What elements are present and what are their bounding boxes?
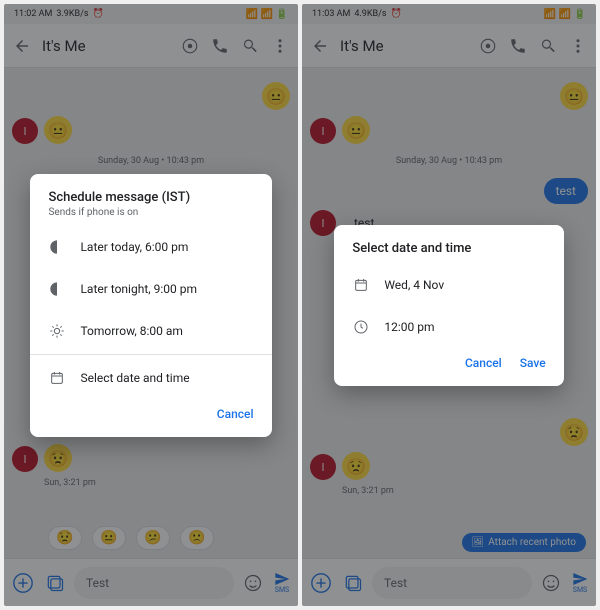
date-row[interactable]: Wed, 4 Nov — [334, 264, 563, 306]
modal-overlay[interactable]: Schedule message (IST) Sends if phone is… — [4, 4, 298, 606]
dialog-title: Select date and time — [334, 241, 563, 264]
cancel-button[interactable]: Cancel — [217, 407, 254, 421]
datetime-dialog: Select date and time Wed, 4 Nov 12:00 pm… — [334, 225, 563, 386]
modal-overlay[interactable]: Select date and time Wed, 4 Nov 12:00 pm… — [302, 4, 596, 606]
half-moon-icon — [48, 280, 66, 298]
time-row[interactable]: 12:00 pm — [334, 306, 563, 348]
dialog-subtitle: Sends if phone is on — [30, 205, 271, 226]
option-later-tonight[interactable]: Later tonight, 9:00 pm — [30, 268, 271, 310]
dialog-title: Schedule message (IST) — [30, 190, 271, 205]
calendar-icon — [352, 276, 370, 294]
sun-icon — [48, 322, 66, 340]
option-select-datetime[interactable]: Select date and time — [30, 357, 271, 399]
clock-icon — [352, 318, 370, 336]
phone-right: 11:03 AM 4.9KB/s ⏰ 📶 📶 🔋 It's Me 😐 I 😐 S… — [302, 4, 596, 606]
calendar-icon — [48, 369, 66, 387]
half-moon-icon — [48, 238, 66, 256]
schedule-dialog: Schedule message (IST) Sends if phone is… — [30, 174, 271, 437]
cancel-button[interactable]: Cancel — [465, 356, 502, 370]
option-later-today[interactable]: Later today, 6:00 pm — [30, 226, 271, 268]
phone-left: 11:02 AM 3.9KB/s ⏰ 📶 📶 🔋 It's Me 😐 I 😐 S… — [4, 4, 298, 606]
save-button[interactable]: Save — [520, 356, 546, 370]
option-tomorrow[interactable]: Tomorrow, 8:00 am — [30, 310, 271, 352]
